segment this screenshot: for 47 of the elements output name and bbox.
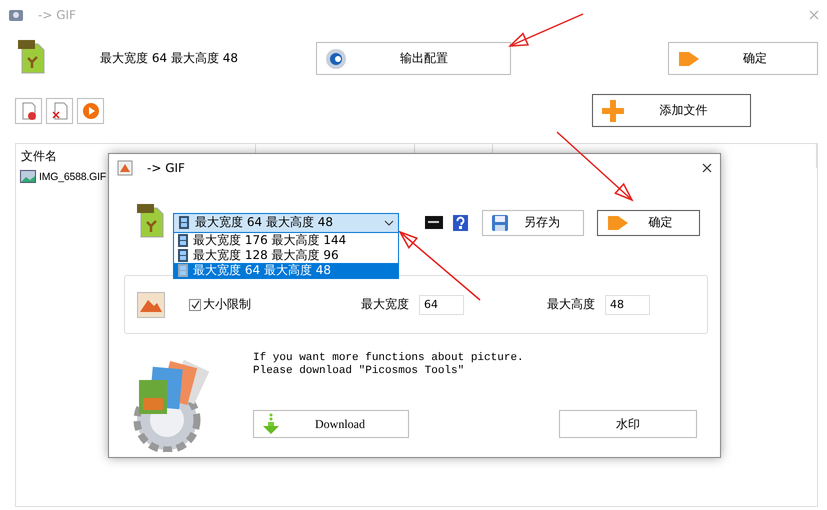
image-icon bbox=[137, 292, 165, 318]
max-height-label: 最大高度 bbox=[547, 296, 595, 313]
check-icon bbox=[190, 300, 200, 309]
gif-file-icon bbox=[137, 204, 165, 238]
film-icon bbox=[177, 248, 189, 262]
size-limit-label: 大小限制 bbox=[203, 296, 251, 313]
watermark-button[interactable]: 水印 bbox=[559, 410, 697, 438]
film-icon bbox=[178, 216, 190, 229]
dialog-title: -> GIF bbox=[147, 161, 185, 175]
chevron-down-icon bbox=[384, 220, 394, 226]
size-info: 最大宽度 64 最大高度 48 bbox=[100, 50, 239, 67]
remove-file-icon bbox=[20, 102, 36, 120]
help-icon bbox=[453, 214, 468, 230]
play-button[interactable] bbox=[77, 98, 104, 124]
delete-file-button[interactable] bbox=[46, 98, 73, 124]
promo-text: Please download "Picosmos Tools" bbox=[253, 365, 466, 378]
ok-button[interactable]: 确定 bbox=[597, 210, 700, 236]
film-icon bbox=[177, 234, 189, 246]
add-file-button[interactable]: 添加文件 bbox=[592, 94, 751, 127]
preset-dropdown[interactable]: 最大宽度 64 最大高度 48 bbox=[173, 212, 399, 232]
download-icon bbox=[262, 413, 280, 435]
save-as-button[interactable]: 另存为 bbox=[482, 210, 584, 236]
close-icon bbox=[809, 10, 819, 20]
delete-file-icon bbox=[52, 102, 68, 120]
play-icon bbox=[82, 102, 100, 120]
close-icon bbox=[702, 162, 712, 172]
gif-file-icon bbox=[18, 40, 46, 74]
promo-text: If you want more functions about picture. bbox=[253, 352, 525, 365]
app-icon bbox=[8, 8, 24, 22]
dropdown-option[interactable]: 最大宽度 64 最大高度 48 bbox=[174, 262, 398, 278]
remove-file-button[interactable] bbox=[15, 98, 42, 124]
app-icon bbox=[117, 160, 133, 176]
floppy-icon bbox=[491, 214, 509, 232]
size-limit-checkbox[interactable] bbox=[189, 298, 201, 310]
gear-icon bbox=[324, 48, 347, 70]
max-height-field[interactable]: 48 bbox=[605, 294, 650, 314]
download-button[interactable]: Download bbox=[253, 410, 409, 438]
max-width-field[interactable]: 64 bbox=[419, 294, 464, 314]
plus-icon bbox=[601, 98, 625, 122]
image-file-icon bbox=[20, 170, 36, 183]
window-title: -> GIF bbox=[38, 8, 76, 22]
output-config-button[interactable]: 输出配置 bbox=[316, 42, 511, 75]
max-width-label: 最大宽度 bbox=[361, 296, 409, 313]
ok-button[interactable]: 确定 bbox=[668, 42, 818, 75]
film-icon bbox=[177, 264, 189, 276]
console-icon bbox=[425, 216, 443, 229]
file-name[interactable]: IMG_6588.GIF bbox=[39, 170, 106, 182]
